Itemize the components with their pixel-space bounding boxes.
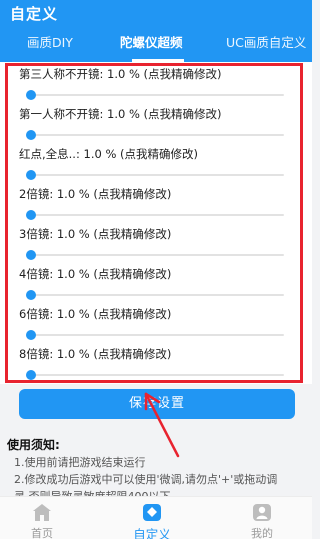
slider-track	[26, 334, 284, 336]
setting-8x-scope: 8倍镜: 1.0 % (点我精确修改)	[0, 342, 312, 382]
nav-mine[interactable]: 我的	[222, 497, 302, 539]
note-line: 2.修改成功后游戏中可以使用'微调,请勿点'+'或拖动调	[14, 473, 278, 486]
setting-label[interactable]: 红点,全息..: 1.0 % (点我精确修改)	[19, 146, 198, 162]
notes-title: 使用须知:	[7, 438, 60, 452]
slider-thumb[interactable]	[26, 210, 36, 220]
setting-third-person: 第三人称不开镜: 1.0 % (点我精确修改)	[0, 62, 312, 102]
sensitivity-slider[interactable]	[26, 369, 284, 381]
nav-home-label: 首页	[31, 527, 53, 539]
setting-label[interactable]: 8倍镜: 1.0 % (点我精确修改)	[19, 346, 171, 362]
slider-thumb[interactable]	[26, 170, 36, 180]
note-line: 1.使用前请把游戏结束运行	[14, 456, 146, 469]
sensitivity-slider[interactable]	[26, 129, 284, 141]
slider-thumb[interactable]	[26, 90, 36, 100]
tab-uc-quality[interactable]: UC画质自定义	[226, 32, 306, 51]
slider-thumb[interactable]	[26, 330, 36, 340]
setting-3x-scope: 3倍镜: 1.0 % (点我精确修改)	[0, 222, 312, 262]
tab-bar: 画质DIY 陀螺仪超频 UC画质自定义	[0, 28, 312, 62]
slider-track	[26, 214, 284, 216]
setting-6x-scope: 6倍镜: 1.0 % (点我精确修改)	[0, 302, 312, 342]
setting-first-person: 第一人称不开镜: 1.0 % (点我精确修改)	[0, 102, 312, 142]
bottom-navigation: 首页 自定义 我的	[0, 496, 312, 539]
slider-thumb[interactable]	[26, 370, 36, 380]
nav-home[interactable]: 首页	[2, 497, 82, 539]
setting-4x-scope: 4倍镜: 1.0 % (点我精确修改)	[0, 262, 312, 302]
setting-label[interactable]: 第三人称不开镜: 1.0 % (点我精确修改)	[19, 66, 222, 82]
setting-label[interactable]: 4倍镜: 1.0 % (点我精确修改)	[19, 266, 171, 282]
app-title: 自定义	[10, 5, 59, 23]
sensitivity-settings-panel: 第三人称不开镜: 1.0 % (点我精确修改) 第一人称不开镜: 1.0 % (…	[0, 62, 312, 384]
slider-track	[26, 94, 284, 96]
sensitivity-slider[interactable]	[26, 89, 284, 101]
sensitivity-slider[interactable]	[26, 289, 284, 301]
slider-track	[26, 374, 284, 376]
sensitivity-slider[interactable]	[26, 169, 284, 181]
slider-track	[26, 294, 284, 296]
slider-track	[26, 254, 284, 256]
save-settings-button[interactable]: 保存设置	[19, 389, 295, 419]
setting-2x-scope: 2倍镜: 1.0 % (点我精确修改)	[0, 182, 312, 222]
sensitivity-slider[interactable]	[26, 249, 284, 261]
slider-thumb[interactable]	[26, 250, 36, 260]
custom-icon	[143, 504, 161, 521]
slider-thumb[interactable]	[26, 130, 36, 140]
home-icon	[33, 504, 51, 521]
setting-label[interactable]: 6倍镜: 1.0 % (点我精确修改)	[19, 306, 171, 322]
usage-notes: 使用须知: 1.使用前请把游戏结束运行 2.修改成功后游戏中可以使用'微调,请勿…	[0, 430, 312, 500]
tab-quality-diy[interactable]: 画质DIY	[27, 32, 73, 51]
tab-gyroscope-overclock[interactable]: 陀螺仪超频	[120, 32, 183, 51]
nav-custom[interactable]: 自定义	[112, 497, 192, 539]
slider-track	[26, 134, 284, 136]
user-icon	[253, 504, 271, 521]
sensitivity-slider[interactable]	[26, 209, 284, 221]
setting-label[interactable]: 3倍镜: 1.0 % (点我精确修改)	[19, 226, 171, 242]
slider-track	[26, 174, 284, 176]
setting-label[interactable]: 第一人称不开镜: 1.0 % (点我精确修改)	[19, 106, 222, 122]
sensitivity-slider[interactable]	[26, 329, 284, 341]
setting-label[interactable]: 2倍镜: 1.0 % (点我精确修改)	[19, 186, 171, 202]
nav-mine-label: 我的	[251, 527, 273, 539]
setting-red-dot: 红点,全息..: 1.0 % (点我精确修改)	[0, 142, 312, 182]
slider-thumb[interactable]	[26, 290, 36, 300]
app-bar: 自定义 画质DIY 陀螺仪超频 UC画质自定义	[0, 0, 312, 62]
nav-custom-label: 自定义	[133, 527, 171, 539]
